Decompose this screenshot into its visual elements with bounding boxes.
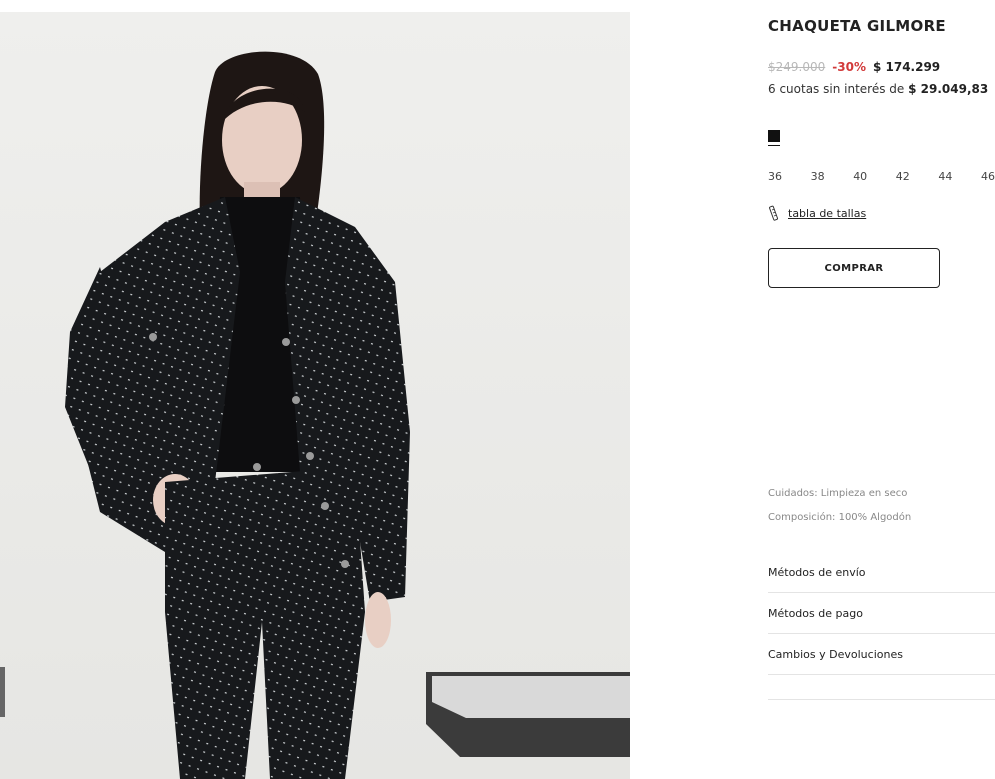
ruler-icon <box>768 205 780 221</box>
care-info: Cuidados: Limpieza en seco <box>768 488 908 499</box>
size-option[interactable]: 38 <box>811 170 825 183</box>
installments-amount: $ 29.049,83 <box>908 82 989 96</box>
discount-badge: -30% <box>832 60 866 74</box>
current-price: $ 174.299 <box>872 60 941 74</box>
info-accordion: Métodos de envío Métodos de pago Cambios… <box>768 552 995 700</box>
size-table-link[interactable]: tabla de tallas <box>768 205 866 221</box>
size-table-label[interactable]: tabla de tallas <box>788 207 866 220</box>
accordion-label: Métodos de pago <box>768 606 863 620</box>
composition-info: Composición: 100% Algodón <box>768 512 912 523</box>
size-option[interactable]: 46 <box>981 170 995 183</box>
selected-swatch-indicator <box>768 145 780 146</box>
model-photo <box>0 12 630 779</box>
product-title: CHAQUETA GILMORE <box>768 17 946 35</box>
accordion-divider <box>768 675 995 700</box>
size-option[interactable]: 42 <box>896 170 910 183</box>
size-selector: 36 38 40 42 44 46 <box>768 170 995 183</box>
accordion-returns[interactable]: Cambios y Devoluciones <box>768 634 995 675</box>
accordion-shipping-methods[interactable]: Métodos de envío <box>768 552 995 593</box>
price-row: $249.000 -30% $ 174.299 <box>768 60 940 74</box>
old-price: $249.000 <box>768 60 826 74</box>
installments-text: 6 cuotas sin interés de <box>768 82 905 96</box>
product-image[interactable] <box>0 12 630 779</box>
color-swatch-black[interactable] <box>768 130 780 142</box>
size-option[interactable]: 40 <box>853 170 867 183</box>
accordion-label: Métodos de envío <box>768 565 866 579</box>
installments-info: 6 cuotas sin interés de $ 29.049,83 <box>768 82 988 96</box>
buy-button[interactable]: COMPRAR <box>768 248 940 288</box>
product-details: CHAQUETA GILMORE $249.000 -30% $ 174.299… <box>768 0 995 779</box>
size-option[interactable]: 44 <box>938 170 952 183</box>
accordion-payment-methods[interactable]: Métodos de pago <box>768 593 995 634</box>
accordion-label: Cambios y Devoluciones <box>768 647 903 661</box>
size-option[interactable]: 36 <box>768 170 782 183</box>
